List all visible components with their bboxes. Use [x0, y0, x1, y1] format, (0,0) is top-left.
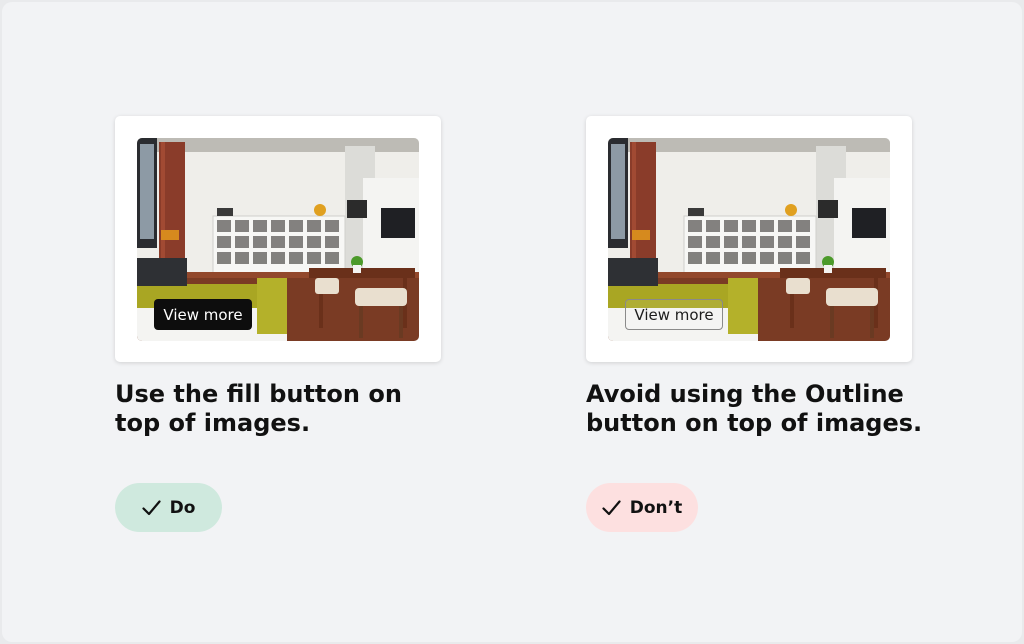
- dont-example-card: View more: [586, 116, 912, 362]
- view-more-button-fill[interactable]: View more: [154, 299, 252, 330]
- check-icon: [141, 499, 161, 515]
- do-badge-label: Do: [169, 497, 196, 518]
- do-example-card: View more: [115, 116, 441, 362]
- dont-caption: Avoid using the Outline button on top of…: [586, 380, 923, 437]
- loft-interior-photo: View more: [608, 138, 890, 341]
- do-caption: Use the fill button on top of images.: [115, 380, 402, 437]
- dont-badge: Don’t: [586, 483, 698, 532]
- check-icon: [602, 499, 621, 515]
- loft-interior-photo: View more: [137, 138, 419, 341]
- dont-badge-label: Don’t: [629, 497, 683, 518]
- view-more-button-outline[interactable]: View more: [625, 299, 723, 330]
- do-badge: Do: [115, 483, 222, 532]
- guideline-canvas: View more View more Use the fill button …: [2, 2, 1022, 642]
